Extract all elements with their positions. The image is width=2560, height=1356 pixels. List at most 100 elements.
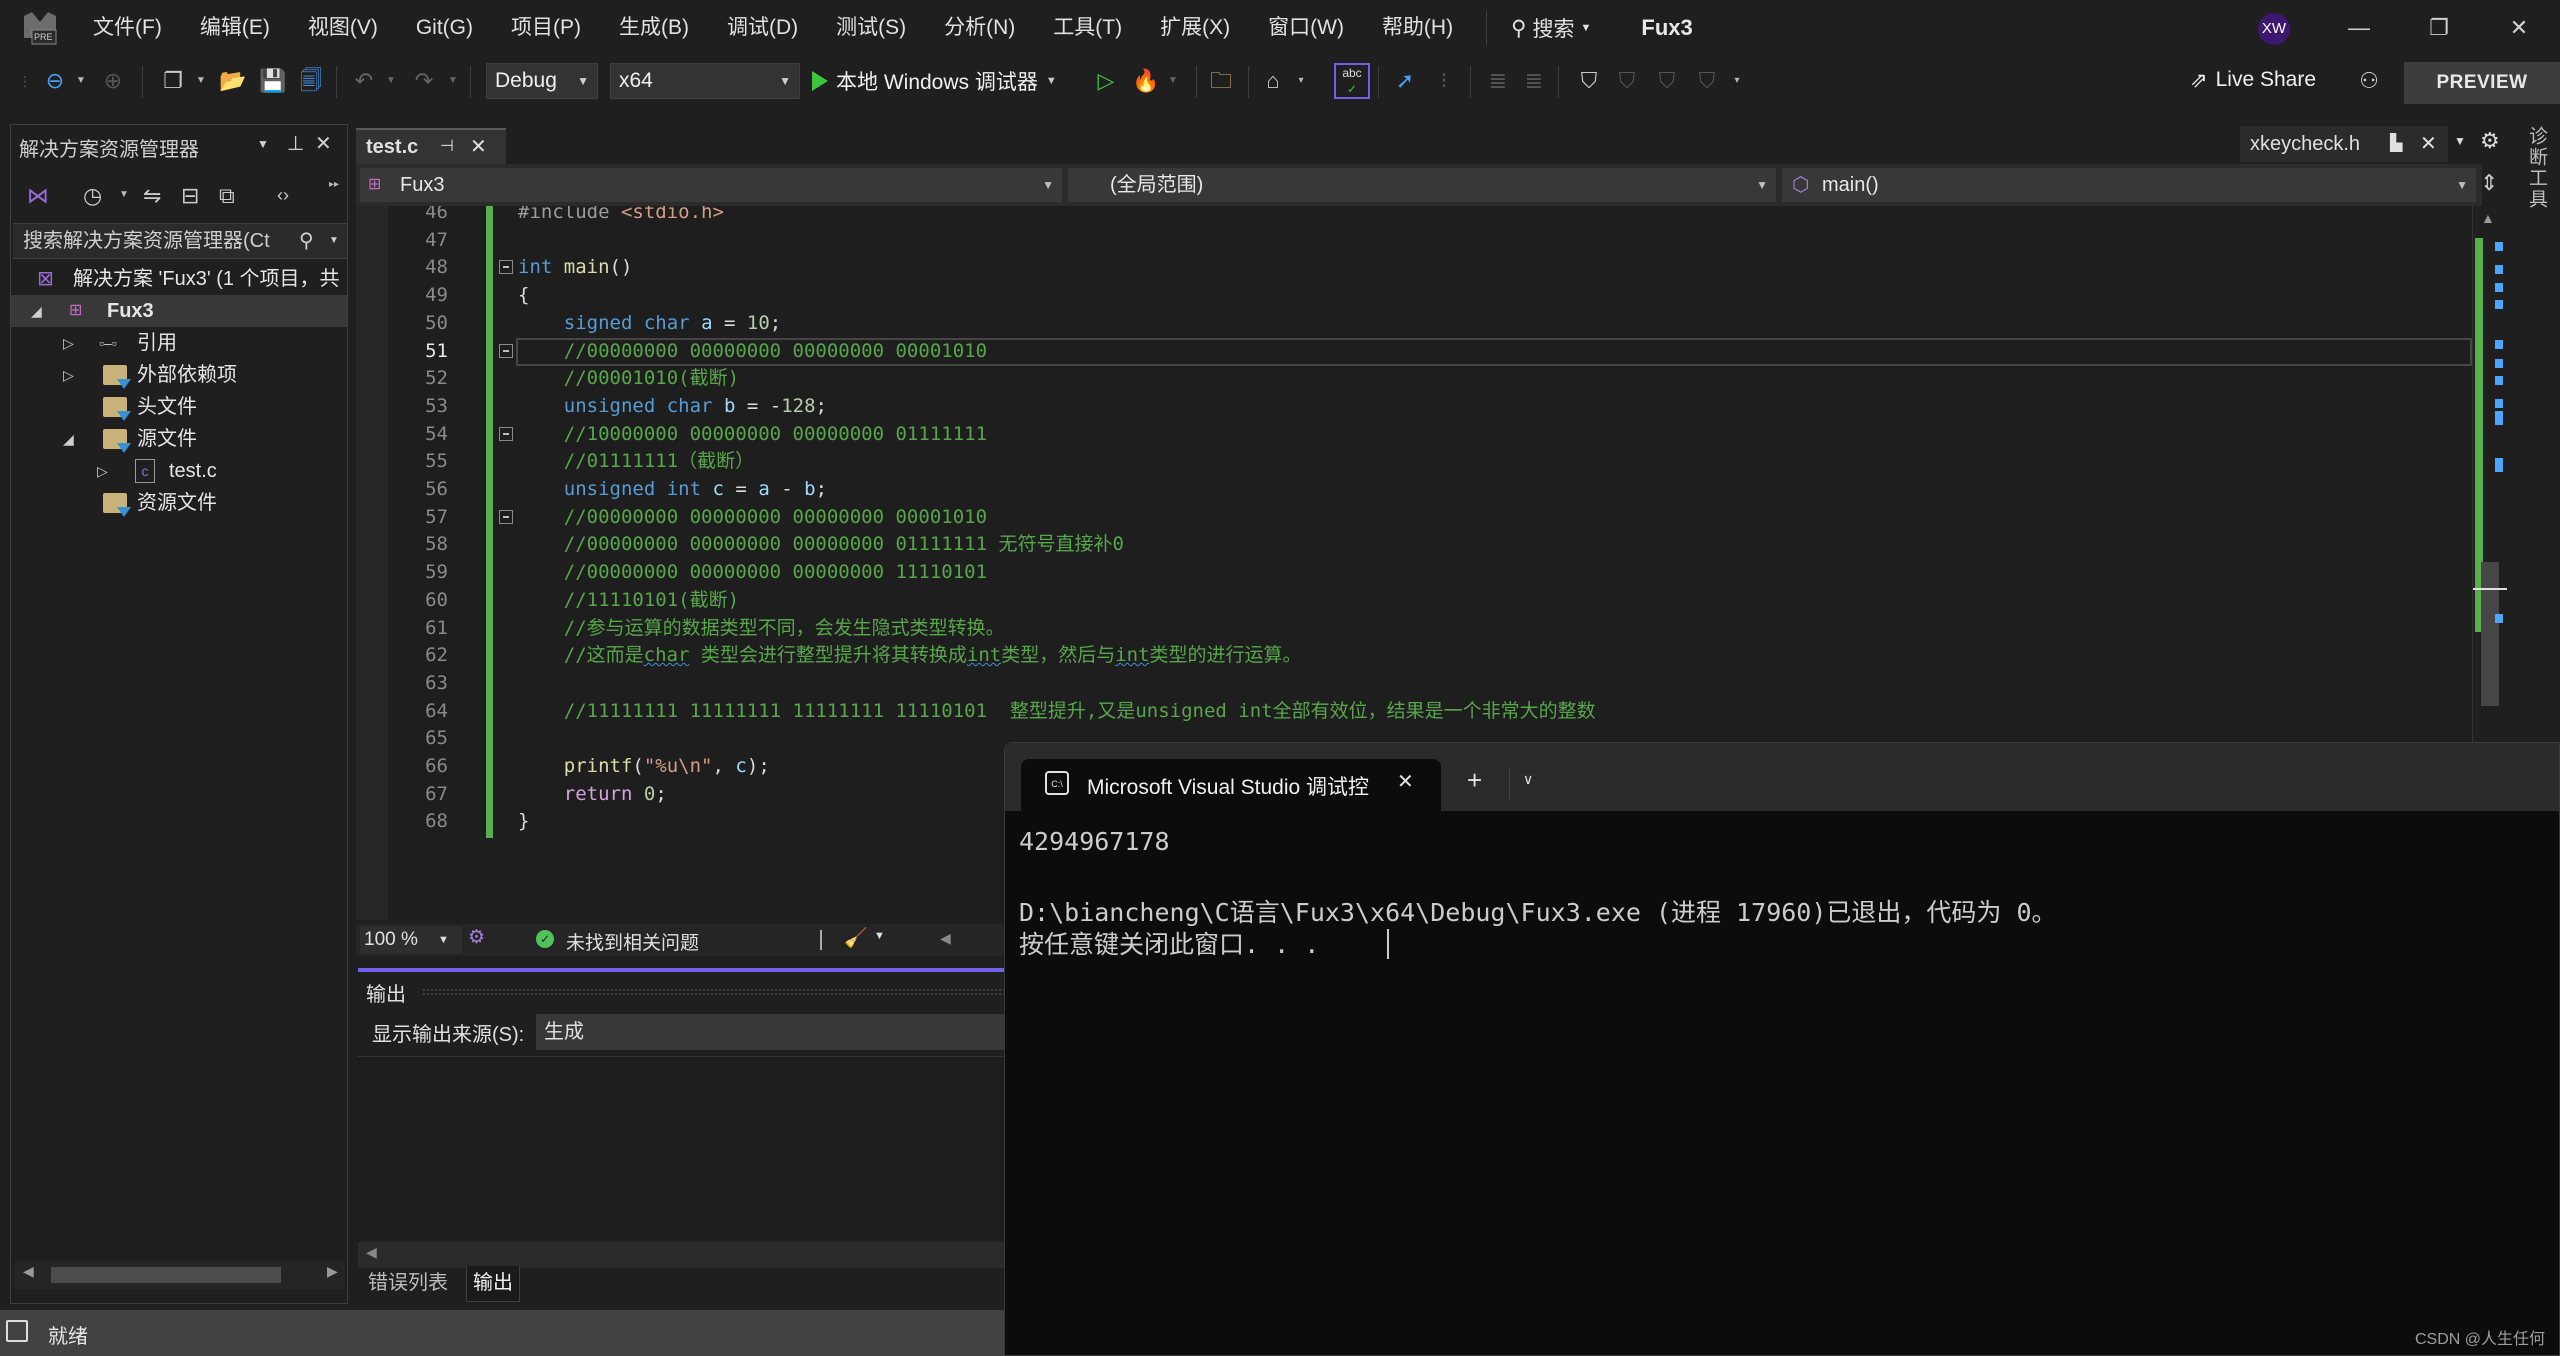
- expanded-arrow-icon[interactable]: ◢: [31, 295, 42, 327]
- tree-item-header-files[interactable]: 头文件: [11, 391, 347, 423]
- tree-item-external-deps[interactable]: ▷ 外部依赖项: [11, 359, 347, 391]
- scroll-up-icon[interactable]: ▲: [2481, 210, 2495, 226]
- startup-window-icon[interactable]: ⌂: [1258, 66, 1288, 96]
- preview-button[interactable]: PREVIEW: [2404, 62, 2560, 104]
- switch-views-icon[interactable]: ⋈: [27, 183, 49, 209]
- navigate-forward-icon[interactable]: ⊕: [98, 66, 128, 96]
- code-line[interactable]: 61 //参与运算的数据类型不同，会发生隐式类型转换。: [356, 614, 2476, 642]
- platform-select[interactable]: x64 ▼: [610, 63, 800, 99]
- chevron-down-icon[interactable]: ▼: [119, 189, 129, 200]
- spell-check-icon[interactable]: abc ✓: [1334, 63, 1370, 99]
- code-line[interactable]: 55 //01111111（截断）: [356, 447, 2476, 475]
- bookmark-icon[interactable]: ⛉: [1576, 66, 1602, 96]
- start-debugging-button[interactable]: 本地 Windows 调试器 ▼: [812, 63, 1057, 99]
- collapse-all-icon[interactable]: ⊟: [181, 183, 199, 209]
- code-line[interactable]: 54 //10000000 00000000 00000000 01111111: [356, 420, 2476, 448]
- outdent-icon[interactable]: ≣: [1520, 66, 1548, 96]
- tree-item-source-files[interactable]: ◢ 源文件: [11, 423, 347, 455]
- tab-list-dropdown-icon[interactable]: ▼: [2454, 134, 2466, 148]
- chevron-down-icon[interactable]: ▼: [194, 66, 208, 96]
- new-tab-icon[interactable]: +: [1467, 765, 1482, 796]
- chevron-down-icon[interactable]: ▼: [74, 66, 88, 96]
- new-item-icon[interactable]: ❐: [158, 66, 188, 96]
- menu-edit[interactable]: 编辑(E): [181, 0, 289, 56]
- code-line[interactable]: 49 {: [356, 281, 2476, 309]
- zoom-select[interactable]: 100 % ▼: [360, 926, 462, 954]
- code-line[interactable]: 58 //00000000 00000000 00000000 01111111…: [356, 530, 2476, 558]
- terminal-tab[interactable]: C:\ Microsoft Visual Studio 调试控 ✕: [1021, 759, 1441, 811]
- search-menu[interactable]: ⚲ 搜索 ▼: [1501, 13, 1601, 43]
- code-line[interactable]: 46 #include <stdio.h>: [356, 206, 2476, 226]
- menu-test[interactable]: 测试(S): [817, 0, 925, 56]
- start-without-debugging-icon[interactable]: ▷: [1092, 66, 1120, 96]
- code-line[interactable]: 64 //11111111 11111111 11111111 11110101…: [356, 697, 2476, 725]
- close-window-button[interactable]: ✕: [2488, 0, 2550, 56]
- expanded-arrow-icon[interactable]: ◢: [63, 423, 74, 455]
- menu-help[interactable]: 帮助(H): [1363, 0, 1472, 56]
- indent-icon[interactable]: ≣: [1484, 66, 1512, 96]
- scroll-left-icon[interactable]: ◀: [366, 1244, 377, 1261]
- overflow-icon[interactable]: ▾: [1294, 66, 1308, 96]
- collapsed-arrow-icon[interactable]: ▷: [97, 455, 108, 487]
- tab-output[interactable]: 输出: [466, 1266, 520, 1302]
- avatar[interactable]: XW: [2258, 13, 2290, 45]
- overflow-icon[interactable]: ▾: [1730, 66, 1744, 96]
- code-line[interactable]: 63: [356, 669, 2476, 697]
- clear-bookmarks-icon[interactable]: ⛉: [1694, 66, 1720, 96]
- panel-grip[interactable]: [422, 988, 1022, 996]
- scroll-right-icon[interactable]: ▶: [327, 1263, 338, 1280]
- minimize-button[interactable]: —: [2328, 0, 2390, 56]
- hot-reload-icon[interactable]: 🔥: [1132, 66, 1160, 96]
- gear-icon[interactable]: ⚙: [2480, 128, 2500, 154]
- chevron-down-icon[interactable]: ▼: [257, 137, 269, 151]
- restore-button[interactable]: ❐: [2408, 0, 2470, 56]
- chevron-down-icon[interactable]: ∨: [1523, 771, 1533, 788]
- redo-icon[interactable]: ↷: [410, 66, 438, 96]
- sync-icon[interactable]: ⇋: [143, 183, 161, 209]
- select-element-icon[interactable]: ➚: [1390, 66, 1420, 96]
- menu-debug[interactable]: 调试(D): [708, 0, 817, 56]
- output-source-select[interactable]: 生成: [536, 1014, 1016, 1050]
- save-icon[interactable]: 💾: [258, 66, 288, 96]
- pin-icon[interactable]: ⊣: [440, 130, 454, 164]
- code-cleanup-icon[interactable]: 🧹: [844, 926, 868, 950]
- config-select[interactable]: Debug ▼: [486, 63, 598, 99]
- collapsed-arrow-icon[interactable]: ▷: [63, 327, 74, 359]
- code-line[interactable]: 50 signed char a = 10;: [356, 309, 2476, 337]
- scrollbar-thumb[interactable]: [2481, 562, 2499, 706]
- chevron-down-icon[interactable]: ▼: [384, 66, 398, 96]
- close-icon[interactable]: ✕: [315, 131, 332, 156]
- code-line[interactable]: 60 //11110101(截断): [356, 586, 2476, 614]
- scroll-left-icon[interactable]: ◀: [23, 1263, 34, 1280]
- menu-build[interactable]: 生成(B): [600, 0, 708, 56]
- show-all-files-icon[interactable]: ⧉: [219, 183, 235, 209]
- diagnostic-tools-tab[interactable]: 诊断工具: [2520, 126, 2550, 210]
- tab-error-list[interactable]: 错误列表: [362, 1266, 454, 1302]
- menu-extensions[interactable]: 扩展(X): [1141, 0, 1249, 56]
- scrollbar-thumb[interactable]: [51, 1267, 281, 1283]
- collapse-region-icon[interactable]: [499, 343, 513, 358]
- collapse-region-icon[interactable]: [499, 426, 513, 441]
- menu-file[interactable]: 文件(F): [74, 0, 181, 56]
- tree-item-project[interactable]: ◢ ⊞ Fux3: [11, 295, 347, 327]
- code-line[interactable]: 53 unsigned char b = -128;: [356, 392, 2476, 420]
- chevron-down-icon[interactable]: ▼: [1166, 66, 1180, 96]
- vertical-scrollbar[interactable]: ▲: [2472, 206, 2507, 746]
- menu-analyze[interactable]: 分析(N): [925, 0, 1034, 56]
- menu-tools[interactable]: 工具(T): [1034, 0, 1141, 56]
- tab-test-c[interactable]: test.c ⊣ ✕: [356, 128, 506, 164]
- horizontal-scrollbar[interactable]: ◀ ▶: [15, 1261, 345, 1289]
- member-dropdown[interactable]: ⬡ main() ▼: [1782, 168, 2476, 202]
- code-view-icon[interactable]: ‹›: [277, 185, 289, 206]
- code-line[interactable]: 62 //这而是char 类型会进行整型提升将其转换成int类型，然后与int类…: [356, 641, 2476, 669]
- overflow-icon[interactable]: ▸▸: [329, 179, 339, 190]
- solution-search-input[interactable]: 搜索解决方案资源管理器(Ct ⚲ ▼: [13, 223, 347, 259]
- navigate-back-icon[interactable]: ⊖: [40, 66, 70, 96]
- menu-project[interactable]: 项目(P): [492, 0, 600, 56]
- menu-view[interactable]: 视图(V): [289, 0, 397, 56]
- undo-icon[interactable]: ↶: [350, 66, 378, 96]
- output-text-area[interactable]: [358, 1056, 1008, 1256]
- code-line[interactable]: 52 //00001010(截断): [356, 364, 2476, 392]
- tree-item-resource-files[interactable]: 资源文件: [11, 487, 347, 519]
- prev-bookmark-icon[interactable]: ⛉: [1614, 66, 1640, 96]
